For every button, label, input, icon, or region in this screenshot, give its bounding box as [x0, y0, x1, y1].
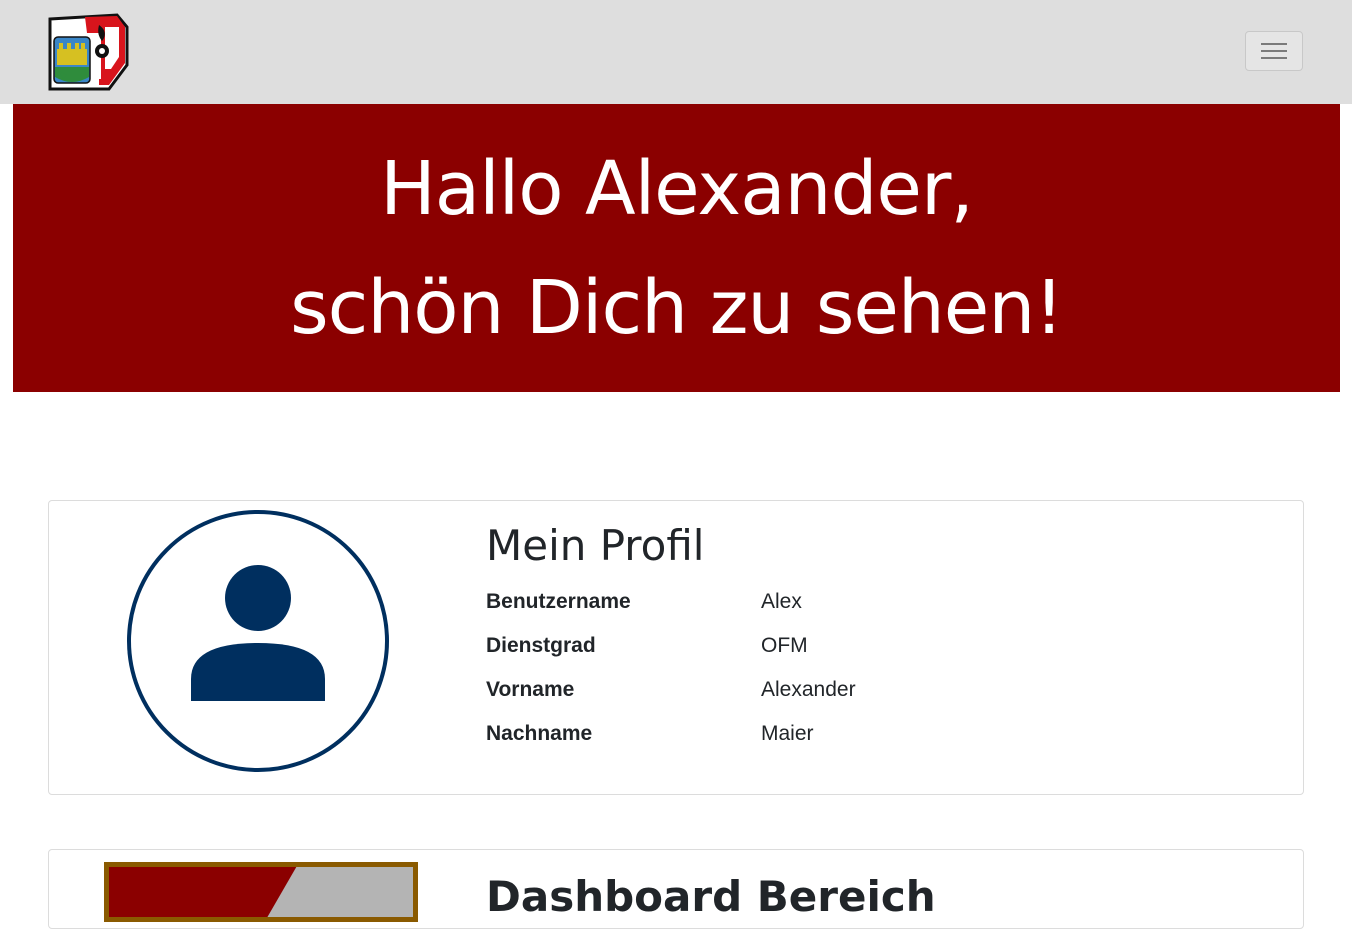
welcome-banner: Hallo Alexander, schön Dich zu sehen!: [13, 104, 1340, 392]
user-avatar-icon: [127, 510, 389, 772]
field-value: Alex: [761, 590, 802, 613]
profile-field-lastname: Nachname Maier: [486, 719, 1186, 749]
profile-title: Mein Profil: [486, 521, 705, 570]
hamburger-menu-icon: [1261, 43, 1287, 59]
field-label: Dienstgrad: [486, 634, 596, 657]
profile-field-username: Benutzername Alex: [486, 587, 1186, 617]
section-card: Dashboard Bereich: [48, 849, 1304, 929]
profile-field-firstname: Vorname Alexander: [486, 675, 1186, 705]
section-thumbnail: [104, 862, 418, 922]
field-label: Benutzername: [486, 590, 631, 613]
field-label: Nachname: [486, 722, 593, 745]
fire-department-logo[interactable]: [47, 13, 129, 91]
section-title: Dashboard Bereich: [486, 872, 936, 921]
profile-field-rank: Dienstgrad OFM: [486, 631, 1186, 661]
field-value: OFM: [761, 634, 808, 657]
welcome-greeting: Hallo Alexander,: [380, 146, 974, 232]
field-value: Alexander: [761, 678, 856, 701]
navbar-toggle-button[interactable]: [1245, 31, 1303, 71]
profile-card: Mein Profil Benutzername Alex Dienstgrad…: [48, 500, 1304, 795]
navbar: [0, 0, 1352, 104]
field-label: Vorname: [486, 678, 575, 701]
welcome-message: schön Dich zu sehen!: [290, 265, 1064, 351]
field-value: Maier: [761, 722, 814, 745]
